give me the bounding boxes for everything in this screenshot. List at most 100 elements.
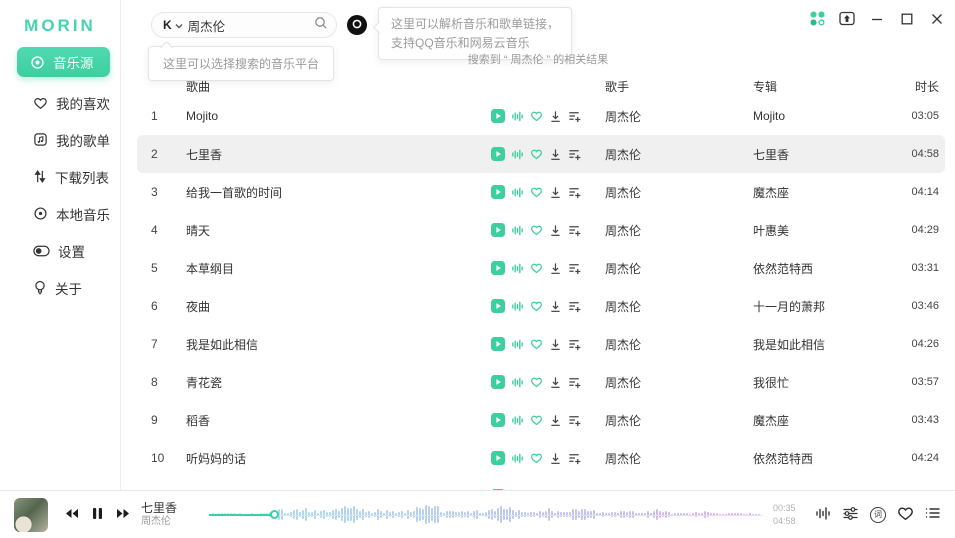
add-playlist-icon[interactable] [568,452,581,465]
favorite-button[interactable] [897,506,914,524]
wave-icon[interactable] [511,300,524,313]
download-icon[interactable] [549,490,562,491]
sidebar-item-settings[interactable]: 设置 [0,232,120,269]
play-icon[interactable] [491,147,505,161]
sidebar-item-my-playlists[interactable]: 我的歌单 [0,121,120,158]
song-row[interactable]: 4晴天周杰伦叶惠美04:29 [137,211,945,249]
platform-selector[interactable]: K [163,16,183,34]
song-row[interactable]: 9稻香周杰伦魔杰座03:43 [137,401,945,439]
wave-icon[interactable] [511,452,524,465]
add-playlist-icon[interactable] [568,414,581,427]
play-icon[interactable] [491,261,505,275]
add-playlist-icon[interactable] [568,262,581,275]
add-playlist-icon[interactable] [568,338,581,351]
heart-outline-icon[interactable] [530,376,543,388]
play-icon[interactable] [491,337,505,351]
sidebar-item-about[interactable]: 关于 [0,269,120,306]
add-playlist-icon[interactable] [568,224,581,237]
song-row[interactable]: 1Mojito周杰伦Mojito03:05 [137,97,945,135]
heart-outline-icon[interactable] [530,110,543,122]
add-playlist-icon[interactable] [568,110,581,123]
apps-grid-button[interactable] [807,10,827,30]
wave-icon[interactable] [511,186,524,199]
play-icon[interactable] [491,375,505,389]
download-icon[interactable] [549,186,562,199]
heart-outline-icon[interactable] [530,186,543,198]
add-playlist-icon[interactable] [568,490,581,491]
minimize-button[interactable] [867,10,887,30]
song-table: 歌曲 歌手 专辑 时长 1Mojito周杰伦Mojito03:052七里香周杰伦… [121,75,955,490]
play-queue-button[interactable] [925,506,941,523]
song-row[interactable]: 2七里香周杰伦七里香04:58 [137,135,945,173]
play-icon[interactable] [491,223,505,237]
song-row[interactable]: 3给我一首歌的时间周杰伦魔杰座04:14 [137,173,945,211]
wave-icon[interactable] [511,376,524,389]
play-icon[interactable] [491,489,505,490]
download-icon[interactable] [549,300,562,313]
add-playlist-icon[interactable] [568,186,581,199]
mini-mode-button[interactable] [837,10,857,30]
parse-link-button[interactable] [347,15,367,35]
wave-icon[interactable] [511,148,524,161]
play-icon[interactable] [491,451,505,465]
search-input[interactable]: 周杰伦 [188,16,309,35]
heart-outline-icon[interactable] [530,414,543,426]
wave-icon[interactable] [511,262,524,275]
add-playlist-icon[interactable] [568,300,581,313]
next-button[interactable] [116,507,131,522]
heart-outline-icon[interactable] [530,300,543,312]
download-icon[interactable] [549,376,562,389]
wave-icon[interactable] [511,414,524,427]
waveform-seekbar[interactable] [209,498,763,532]
album-art[interactable] [14,498,48,532]
queue-icon [925,506,941,523]
song-row[interactable]: 8青花瓷周杰伦我很忙03:57 [137,363,945,401]
close-button[interactable] [927,10,947,30]
download-icon[interactable] [549,148,562,161]
equalizer-button[interactable] [842,506,859,524]
maximize-icon [900,12,914,29]
download-icon[interactable] [549,262,562,275]
sidebar-item-music-source[interactable]: 音乐源 [17,47,110,77]
maximize-button[interactable] [897,10,917,30]
lyrics-icon: 词 [870,507,886,523]
wave-icon[interactable] [511,338,524,351]
pause-button[interactable] [92,507,103,523]
song-title: 听妈妈的话 [181,450,453,467]
heart-outline-icon[interactable] [530,338,543,350]
heart-outline-icon[interactable] [530,224,543,236]
play-icon[interactable] [491,185,505,199]
wave-icon[interactable] [511,224,524,237]
download-icon[interactable] [549,414,562,427]
heart-outline-icon[interactable] [530,452,543,464]
search-icon[interactable] [314,16,328,35]
visualizer-button[interactable] [815,506,831,524]
download-icon[interactable] [549,110,562,123]
wave-icon[interactable] [511,110,524,123]
download-icon[interactable] [549,224,562,237]
play-icon[interactable] [491,413,505,427]
song-row[interactable]: 7我是如此相信周杰伦我是如此相信04:26 [137,325,945,363]
previous-button[interactable] [64,507,79,522]
search-bar[interactable]: K 周杰伦 [151,12,337,38]
sidebar-item-download-list[interactable]: 下载列表 [0,158,120,195]
song-row[interactable]: 5本草纲目周杰伦依然范特西03:31 [137,249,945,287]
song-row[interactable]: 11告白气球周杰伦周杰伦的床边故事03:35 [137,477,945,490]
play-icon[interactable] [491,299,505,313]
download-icon[interactable] [549,338,562,351]
sidebar-item-my-likes[interactable]: 我的喜欢 [0,84,120,121]
sidebar-item-local-music[interactable]: 本地音乐 [0,195,120,232]
add-playlist-icon[interactable] [568,148,581,161]
heart-outline-icon[interactable] [530,148,543,160]
song-artist: 周杰伦 [581,298,731,315]
lyrics-button[interactable]: 词 [870,507,886,523]
player-right-controls: 词 [815,506,941,524]
heart-outline-icon[interactable] [530,262,543,274]
download-icon[interactable] [549,452,562,465]
play-icon[interactable] [491,109,505,123]
wave-icon[interactable] [511,490,524,491]
add-playlist-icon[interactable] [568,376,581,389]
song-row[interactable]: 10听妈妈的话周杰伦依然范特西04:24 [137,439,945,477]
progress-knob[interactable] [270,510,279,519]
song-row[interactable]: 6夜曲周杰伦十一月的萧邦03:46 [137,287,945,325]
